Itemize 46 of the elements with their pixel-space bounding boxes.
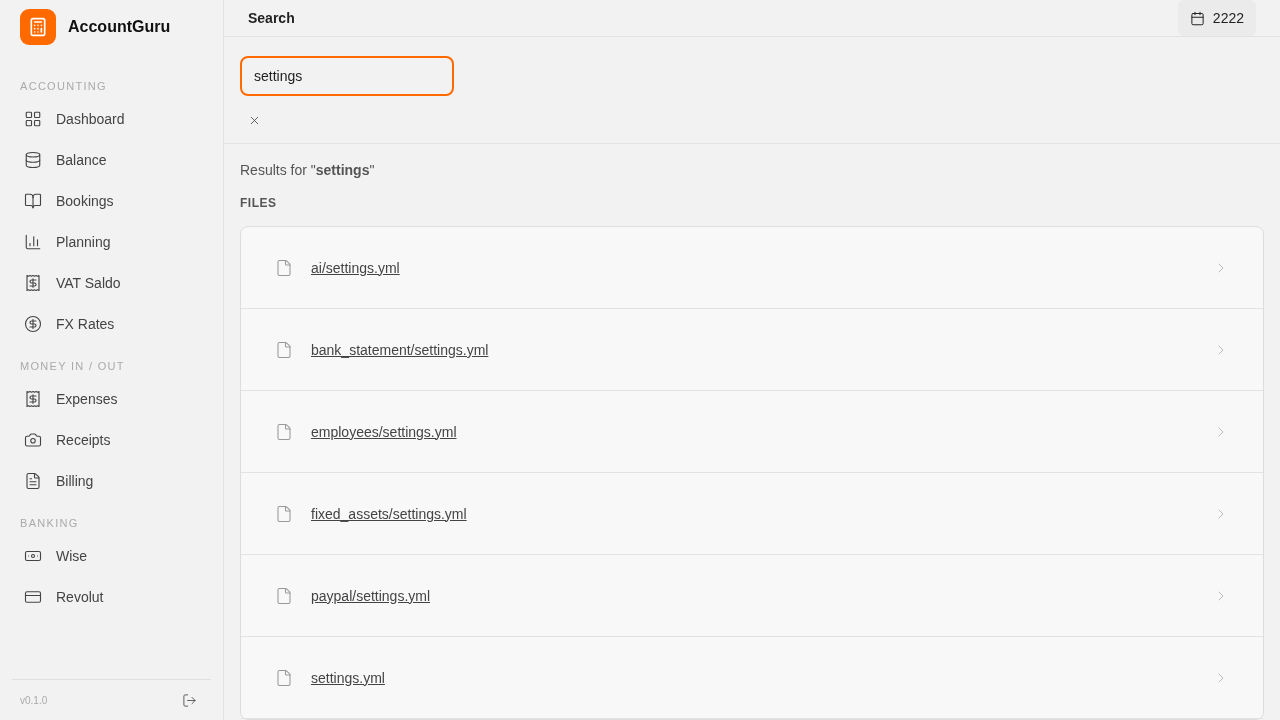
section-title: MONEY IN / OUT: [19, 360, 126, 372]
chart-icon: [24, 232, 42, 251]
file-icon: [275, 422, 293, 441]
grid-icon: [24, 109, 42, 128]
file-link[interactable]: paypal/settings.yml: [311, 587, 1195, 604]
file-icon: [275, 668, 293, 687]
app-logo: [20, 9, 56, 45]
sidebar-item[interactable]: Revolut: [0, 576, 223, 617]
file-icon: [275, 340, 293, 359]
section-title: ACCOUNTING: [19, 80, 108, 92]
version-label: v0.1.0: [20, 694, 48, 706]
file-link[interactable]: fixed_assets/settings.yml: [311, 505, 1195, 522]
sidebar-item[interactable]: Planning: [0, 221, 223, 262]
sidebar-item[interactable]: Bookings: [0, 180, 223, 221]
sidebar-item[interactable]: Dashboard: [0, 98, 223, 139]
sidebar-item[interactable]: FX Rates: [0, 303, 223, 344]
sidebar-item[interactable]: Wise: [0, 535, 223, 576]
sidebar-item[interactable]: Balance: [0, 139, 223, 180]
sidebar-item[interactable]: VAT Saldo: [0, 262, 223, 303]
receipt-icon: [24, 389, 42, 408]
file-icon: [275, 586, 293, 605]
sidebar-item[interactable]: Expenses: [0, 378, 223, 419]
sidebar-item[interactable]: Receipts: [0, 419, 223, 460]
calendar-icon: [1189, 10, 1205, 26]
document-icon: [24, 471, 42, 490]
file-link[interactable]: settings.yml: [311, 669, 1195, 686]
receipt-icon: [24, 273, 42, 292]
camera-icon: [24, 430, 42, 449]
file-link[interactable]: ai/settings.yml: [311, 259, 1195, 276]
section-heading: FILES: [240, 196, 278, 210]
file-icon: [275, 258, 293, 277]
search-field[interactable]: settings: [240, 56, 454, 96]
file-link[interactable]: bank_statement/settings.yml: [311, 341, 1195, 358]
results-summary: Results for "settings": [240, 162, 376, 178]
book-icon: [24, 191, 42, 210]
logout-icon[interactable]: [182, 692, 197, 708]
page-title: Search: [248, 10, 295, 26]
file-link[interactable]: employees/settings.yml: [311, 423, 1195, 440]
close-icon: [248, 114, 261, 127]
year-button[interactable]: 2222: [1177, 0, 1256, 36]
sidebar-item[interactable]: Billing: [0, 460, 223, 501]
dollar-icon: [24, 314, 42, 333]
database-icon: [24, 150, 42, 169]
app-name: AccountGuru: [68, 18, 171, 36]
file-icon: [275, 504, 293, 523]
section-title: BANKING: [19, 517, 80, 529]
